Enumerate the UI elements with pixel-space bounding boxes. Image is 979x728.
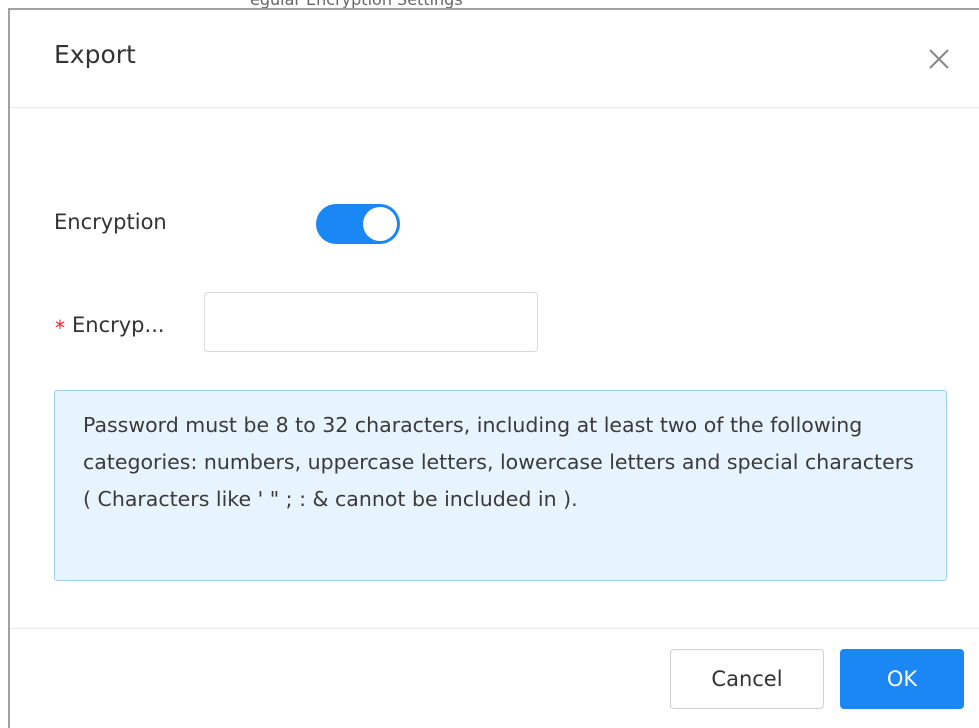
encryption-toggle[interactable] — [316, 204, 400, 244]
ok-button[interactable]: OK — [840, 649, 964, 709]
encryption-password-input[interactable] — [204, 292, 538, 352]
close-icon[interactable] — [922, 38, 954, 78]
password-hint-text: Password must be 8 to 32 characters, inc… — [83, 413, 914, 511]
encryption-label: Encryption — [54, 210, 167, 234]
dialog-title: Export — [54, 40, 136, 69]
toggle-knob — [363, 207, 397, 241]
dialog-header: Export — [10, 10, 979, 108]
background-window-strip: egular Encryption Settings — [0, 0, 979, 8]
export-dialog: Export Encryption * Encryp... Password m… — [8, 8, 979, 728]
required-asterisk: * — [55, 316, 65, 340]
encryption-password-label: Encryp... — [72, 313, 165, 337]
background-title-fragment: egular Encryption Settings — [250, 0, 463, 8]
cancel-button[interactable]: Cancel — [670, 649, 824, 709]
password-hint-box: Password must be 8 to 32 characters, inc… — [54, 390, 947, 581]
footer-divider — [10, 628, 979, 629]
